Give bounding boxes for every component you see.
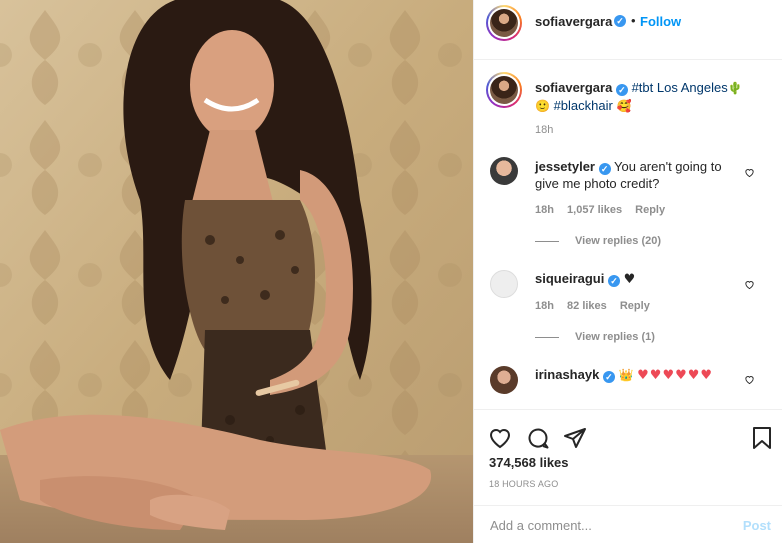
- share-icon[interactable]: [563, 426, 587, 450]
- post-comment-button[interactable]: Post: [743, 518, 771, 533]
- caption-time[interactable]: 18h: [535, 124, 553, 136]
- post-side-panel: sofiavergara ✓ • Follow sofiavergara ✓ #…: [473, 0, 782, 543]
- comment-time[interactable]: 18h: [535, 204, 554, 216]
- comment-username[interactable]: irinashayk: [535, 367, 599, 382]
- add-comment-bar: Post: [474, 505, 782, 543]
- replies-divider: [535, 336, 559, 338]
- verified-icon: ✓: [602, 371, 615, 383]
- comment-icon[interactable]: [526, 426, 550, 450]
- likes-count[interactable]: 374,568 likes: [489, 455, 569, 470]
- cactus-emoji-icon: 🌵: [727, 81, 743, 95]
- view-replies-label: View replies (1): [575, 331, 655, 343]
- post-caption: sofiavergara ✓ #tbt Los Angeles🌵 🙂 #blac…: [535, 79, 755, 115]
- photo-illustration: [0, 0, 473, 543]
- post-header: sofiavergara ✓ • Follow: [474, 0, 782, 60]
- view-replies-button[interactable]: View replies (1): [535, 331, 655, 343]
- comment-meta: 18h 82 likes Reply: [535, 300, 660, 312]
- like-heart-icon[interactable]: [488, 426, 512, 450]
- post-actions: 374,568 likes 18 HOURS AGO: [474, 409, 782, 519]
- comment-text: ♥: [623, 272, 636, 287]
- author-username[interactable]: sofiavergara: [535, 14, 612, 29]
- view-replies-label: View replies (20): [575, 235, 662, 247]
- comment-like-heart-icon[interactable]: [744, 167, 755, 178]
- comment-body: irinashayk ✓ 👑 ♥♥♥♥♥♥: [535, 366, 725, 384]
- comment-body: siqueiragui ✓ ♥: [535, 270, 725, 288]
- verified-icon: ✓: [614, 15, 626, 27]
- comment-input[interactable]: [488, 514, 732, 536]
- replies-divider: [535, 240, 559, 242]
- follow-button[interactable]: Follow: [640, 14, 681, 29]
- comment-time[interactable]: 18h: [535, 300, 554, 312]
- author-avatar[interactable]: [486, 5, 522, 41]
- post-timestamp[interactable]: 18 HOURS AGO: [489, 479, 558, 489]
- comment-likes[interactable]: 82 likes: [567, 300, 607, 312]
- comment-like-heart-icon[interactable]: [744, 279, 755, 290]
- verified-icon: ✓: [615, 84, 628, 96]
- post-photo[interactable]: [0, 0, 473, 543]
- save-bookmark-icon[interactable]: [751, 426, 773, 450]
- crown-emoji-icon: 👑: [618, 368, 634, 382]
- commenter-avatar[interactable]: [490, 366, 518, 394]
- comment-likes[interactable]: 1,057 likes: [567, 204, 622, 216]
- caption-hashtag-blackhair[interactable]: #blackhair: [554, 98, 613, 113]
- commenter-avatar[interactable]: [490, 270, 518, 298]
- comment-username[interactable]: jessetyler: [535, 159, 595, 174]
- caption-hashtag-tbt[interactable]: #tbt Los Angeles: [632, 80, 728, 95]
- separator-dot: •: [631, 13, 636, 28]
- view-replies-button[interactable]: View replies (20): [535, 235, 661, 247]
- comment-username[interactable]: siqueiragui: [535, 271, 604, 286]
- comment-meta: 18h 1,057 likes Reply: [535, 204, 675, 216]
- caption-avatar[interactable]: [486, 72, 522, 108]
- red-hearts-icon: ♥♥♥♥♥♥: [637, 368, 714, 383]
- smile-emoji-icon: 🙂: [535, 99, 550, 113]
- reply-button[interactable]: Reply: [620, 300, 650, 312]
- instagram-post: sofiavergara ✓ • Follow sofiavergara ✓ #…: [0, 0, 782, 543]
- verified-icon: ✓: [607, 275, 620, 287]
- commenter-avatar[interactable]: [490, 157, 518, 185]
- reply-button[interactable]: Reply: [635, 204, 665, 216]
- comment-body: jessetyler ✓ You aren't going to give me…: [535, 158, 725, 192]
- love-face-emoji-icon: 🥰: [616, 99, 632, 113]
- comment-like-heart-icon[interactable]: [744, 374, 755, 385]
- verified-icon: ✓: [598, 163, 611, 175]
- caption-username[interactable]: sofiavergara: [535, 80, 612, 95]
